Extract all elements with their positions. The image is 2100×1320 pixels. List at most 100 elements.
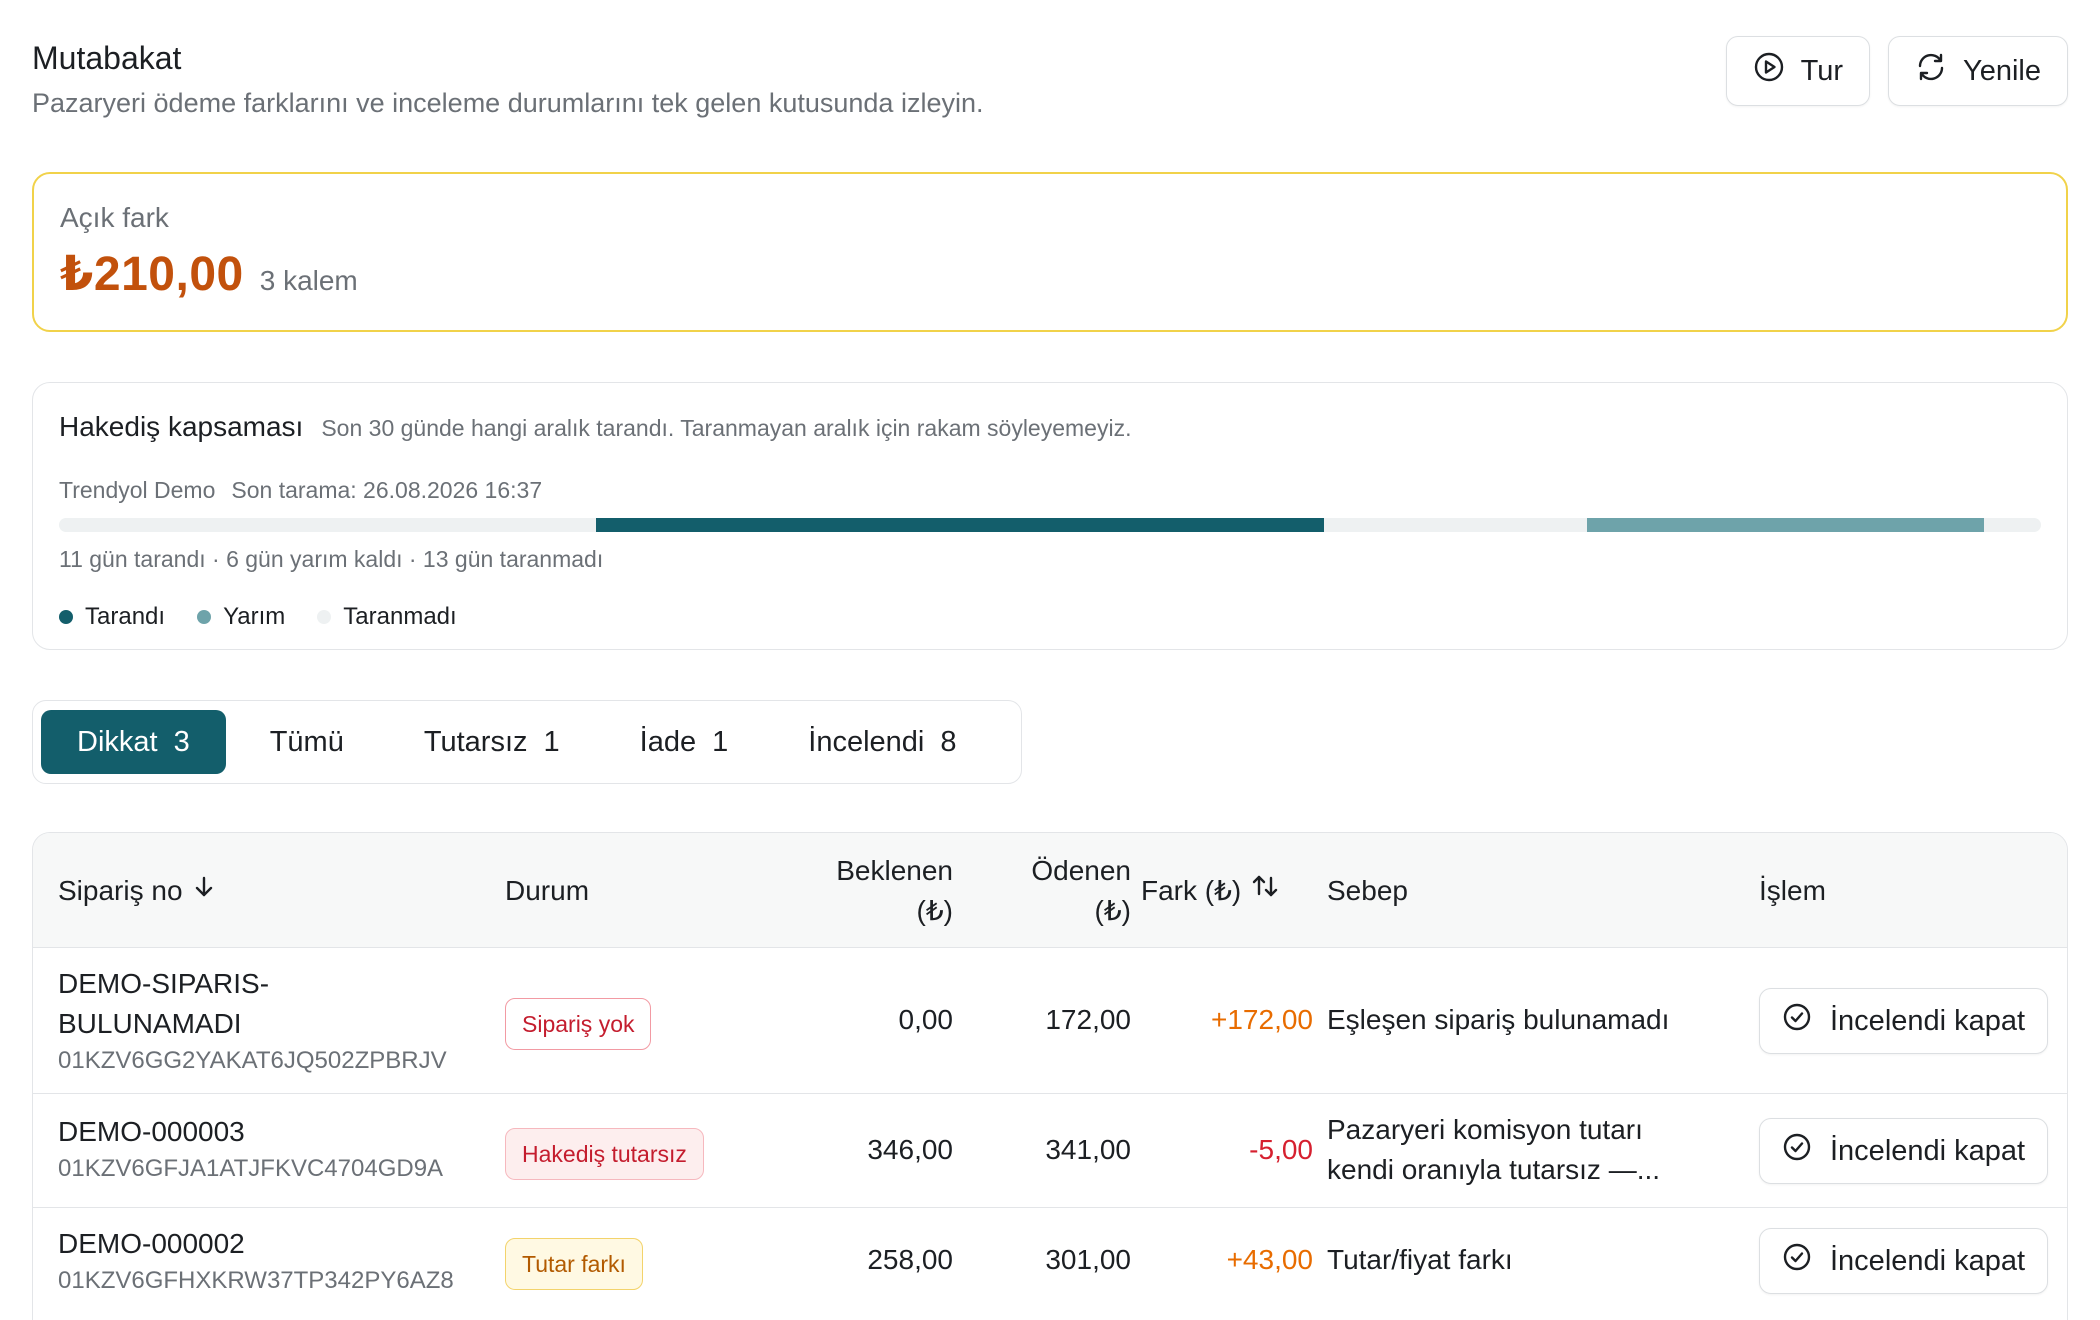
expected-cell: 0,00 — [898, 1004, 954, 1035]
open-diff-count: 3 kalem — [259, 265, 358, 296]
open-diff-card: Açık fark ₺210,00 3 kalem — [32, 172, 2068, 332]
reason-line1: Eşleşen sipariş bulunamadı — [1327, 1004, 1670, 1035]
play-circle-icon — [1753, 51, 1785, 91]
action-cell: İncelendi kapat — [1759, 988, 2049, 1054]
order-ref: 01KZV6GFHXKRW37TP342PY6AZ8 — [58, 1267, 454, 1294]
page-title: Mutabakat — [32, 40, 182, 76]
coverage-card: Hakediş kapsaması Son 30 günde hangi ara… — [32, 382, 2068, 650]
order-id-line2: BULUNAMADI — [58, 1008, 242, 1039]
paid-cell: 172,00 — [1045, 1004, 1131, 1035]
tab-tumu[interactable]: Tümü — [234, 710, 380, 774]
tab-incelendi[interactable]: İncelendi 8 — [772, 710, 992, 774]
tab-tutarsiz[interactable]: Tutarsız 1 — [388, 710, 596, 774]
mark-reviewed-label: İncelendi kapat — [1830, 1004, 2026, 1037]
open-diff-row: ₺210,00 3 kalem — [60, 246, 2040, 302]
reason-cell: Tutar/fiyat farkı — [1327, 1240, 1513, 1280]
coverage-store: Trendyol Demo — [59, 477, 216, 503]
legend-not-scanned: Taranmadı — [317, 603, 457, 631]
legend-half-dot — [197, 610, 212, 624]
mark-reviewed-button[interactable]: İncelendi kapat — [1759, 1118, 2049, 1184]
tab-iade-label: İade — [639, 725, 697, 758]
tour-button-label: Tur — [1800, 54, 1844, 87]
coverage-title: Hakediş kapsaması — [59, 411, 304, 442]
tab-dikkat-label: Dikkat — [77, 725, 158, 758]
coverage-last-scan: Son tarama: 26.08.2026 16:37 — [231, 477, 543, 503]
col-expected-line1: Beklenen — [836, 855, 953, 886]
col-paid-line2: (₺) — [1094, 895, 1131, 926]
mark-reviewed-label: İncelendi kapat — [1830, 1134, 2026, 1167]
refresh-icon — [1915, 51, 1947, 91]
tab-tutarsiz-count: 1 — [543, 725, 560, 758]
check-circle-icon — [1782, 1132, 1812, 1170]
refresh-button[interactable]: Yenile — [1888, 36, 2068, 106]
legend-half: Yarım — [197, 603, 285, 631]
coverage-summary: 11 gün tarandı · 6 gün yarım kaldı · 13 … — [59, 546, 604, 572]
expected-cell: 346,00 — [867, 1134, 953, 1165]
table-row: DEMO-SIPARIS- BULUNAMADI 01KZV6GG2YAKAT6… — [33, 948, 2067, 1094]
legend-not-scanned-label: Taranmadı — [343, 603, 457, 630]
col-paid: Ödenen (₺) — [953, 851, 1131, 931]
mark-reviewed-button[interactable]: İncelendi kapat — [1759, 1228, 2049, 1294]
page-header: Mutabakat Pazaryeri ödeme farklarını ve … — [32, 36, 2068, 136]
refresh-button-label: Yenile — [1963, 54, 2041, 87]
table-header: Sipariş no Durum Beklenen (₺) Ödenen (₺)… — [33, 833, 2067, 948]
coverage-description: Son 30 günde hangi aralık tarandı. Taran… — [321, 415, 1132, 441]
page-subtitle: Pazaryeri ödeme farklarını ve inceleme d… — [32, 88, 984, 118]
check-circle-icon — [1782, 1002, 1812, 1040]
order-id-line1: DEMO-000002 — [58, 1228, 245, 1259]
coverage-header: Hakediş kapsaması Son 30 günde hangi ara… — [59, 411, 2041, 443]
reason-line2: kendi oranıyla tutarsız —... — [1327, 1154, 1661, 1185]
order-ref: 01KZV6GG2YAKAT6JQ502ZPBRJV — [58, 1047, 447, 1074]
page: Mutabakat Pazaryeri ödeme farklarını ve … — [0, 0, 2100, 1320]
tab-incelendi-label: İncelendi — [808, 725, 925, 758]
expected-cell: 258,00 — [867, 1244, 953, 1275]
col-order-no-label: Sipariş no — [58, 875, 183, 906]
open-diff-amount: ₺210,00 — [60, 248, 244, 301]
status-cell: Hakediş tutarsız — [505, 1128, 704, 1180]
legend-not-scanned-dot — [317, 610, 332, 624]
legend-scanned-label: Tarandı — [85, 603, 166, 630]
order-ref: 01KZV6GFJA1ATJFKVC4704GD9A — [58, 1155, 444, 1182]
coverage-meta: Trendyol Demo Son tarama: 26.08.2026 16:… — [59, 477, 2041, 504]
reason-cell: Pazaryeri komisyon tutarı kendi oranıyla… — [1327, 1110, 1660, 1190]
col-expected-line2: (₺) — [916, 895, 953, 926]
col-order-no[interactable]: Sipariş no — [58, 871, 215, 911]
tour-button[interactable]: Tur — [1725, 36, 1871, 106]
legend-scanned: Tarandı — [59, 603, 165, 631]
tab-tutarsiz-label: Tutarsız — [423, 725, 528, 758]
col-reason: Sebep — [1327, 875, 1408, 906]
mark-reviewed-label: İncelendi kapat — [1830, 1244, 2026, 1277]
reconciliation-table: Sipariş no Durum Beklenen (₺) Ödenen (₺)… — [32, 832, 2068, 1320]
tab-iade[interactable]: İade 1 — [604, 710, 765, 774]
tab-dikkat[interactable]: Dikkat 3 — [41, 710, 226, 774]
filter-tabs: Dikkat 3 Tümü Tutarsız 1 İade 1 İncelend… — [32, 700, 1022, 784]
coverage-bar — [59, 518, 2041, 532]
tab-iade-count: 1 — [712, 725, 729, 758]
coverage-legend: Tarandı Yarım Taranmadı — [59, 603, 2041, 631]
sort-toggle-icon — [1251, 871, 1279, 911]
check-circle-icon — [1782, 1242, 1812, 1280]
tab-dikkat-count: 3 — [173, 725, 190, 758]
paid-cell: 301,00 — [1045, 1244, 1131, 1275]
diff-cell: +43,00 — [1226, 1244, 1313, 1275]
reason-cell: Eşleşen sipariş bulunamadı — [1327, 1000, 1669, 1040]
status-badge: Hakediş tutarsız — [505, 1128, 704, 1180]
status-badge: Sipariş yok — [505, 998, 652, 1050]
diff-cell: -5,00 — [1249, 1134, 1313, 1165]
open-diff-label: Açık fark — [60, 202, 169, 233]
mark-reviewed-button[interactable]: İncelendi kapat — [1759, 988, 2049, 1054]
col-diff-label: Fark (₺) — [1141, 875, 1242, 906]
header-actions: Tur Yenile — [1725, 36, 2068, 106]
table-row: DEMO-000002 01KZV6GFHXKRW37TP342PY6AZ8 T… — [33, 1208, 2067, 1318]
reason-line1: Tutar/fiyat farkı — [1327, 1244, 1513, 1275]
col-action: İşlem — [1759, 875, 1826, 906]
col-expected: Beklenen (₺) — [773, 851, 953, 931]
tab-incelendi-count: 8 — [940, 725, 957, 758]
diff-cell: +172,00 — [1211, 1004, 1313, 1035]
sort-down-icon — [193, 871, 215, 911]
col-paid-line1: Ödenen — [1031, 855, 1131, 886]
reason-line1: Pazaryeri komisyon tutarı — [1327, 1114, 1643, 1145]
order-cell: DEMO-SIPARIS- BULUNAMADI 01KZV6GG2YAKAT6… — [58, 964, 447, 1078]
col-diff[interactable]: Fark (₺) — [1141, 871, 1279, 911]
tab-tumu-label: Tümü — [269, 725, 344, 758]
